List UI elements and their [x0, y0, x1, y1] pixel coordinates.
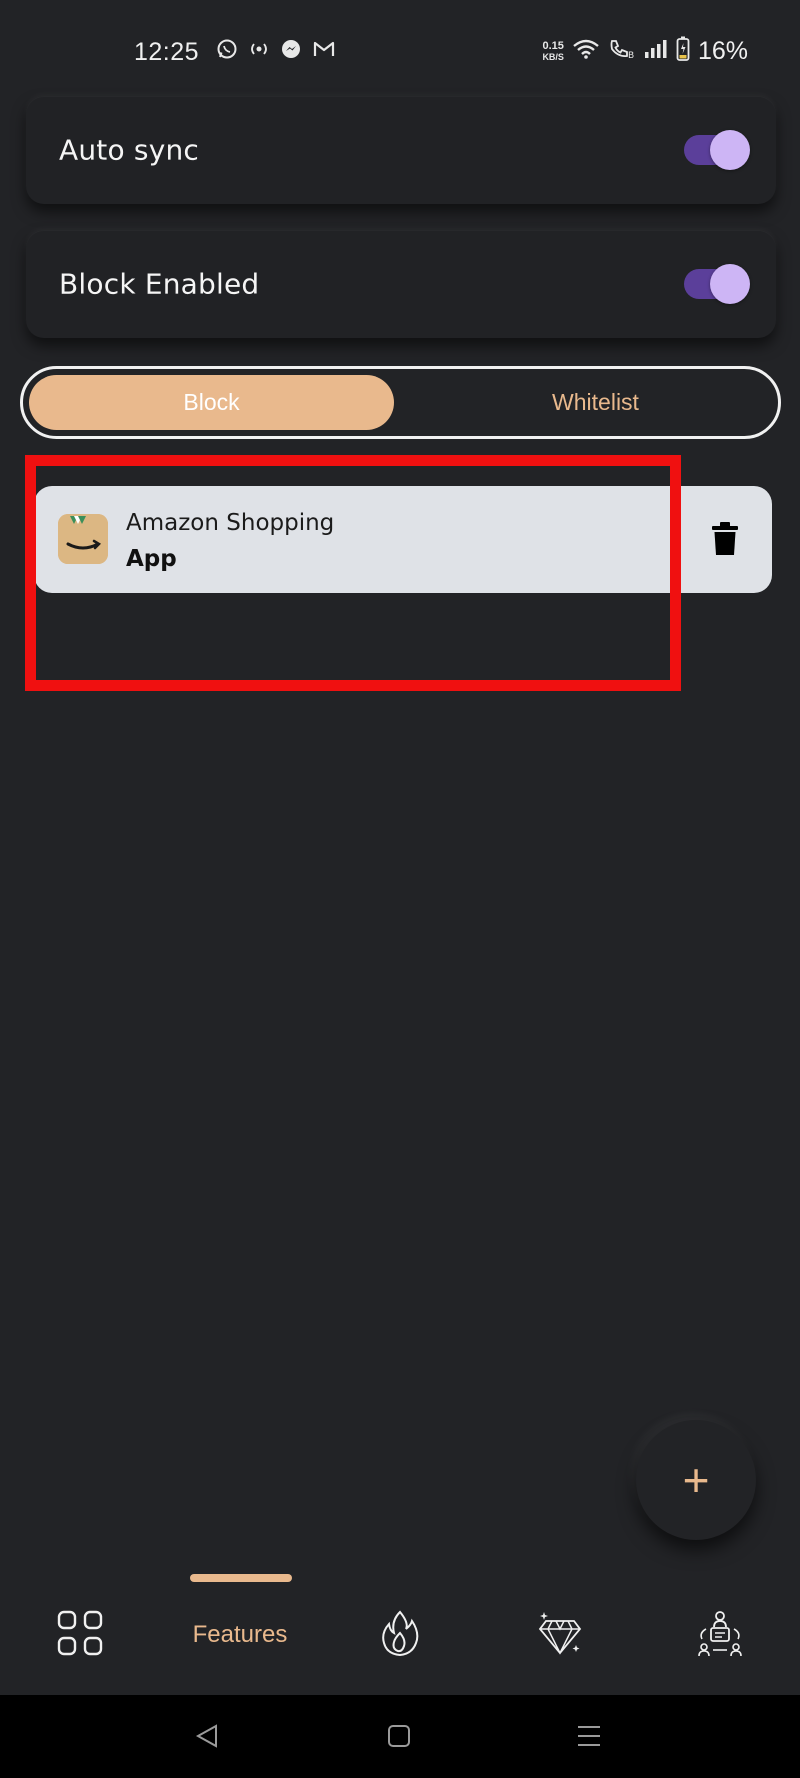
block-enabled-toggle[interactable] — [684, 264, 750, 304]
block-enabled-label: Block Enabled — [59, 267, 260, 301]
svg-text:B: B — [628, 51, 634, 60]
battery-percentage: 16% — [697, 37, 748, 65]
auto-sync-toggle[interactable] — [684, 130, 750, 170]
broadcast-icon — [248, 38, 270, 60]
fire-icon — [379, 1609, 421, 1662]
nav-community[interactable] — [690, 1590, 750, 1680]
auto-sync-setting: Auto sync — [26, 96, 776, 204]
auto-sync-label: Auto sync — [59, 133, 200, 167]
signal-icon — [644, 38, 668, 65]
nav-dashboard[interactable] — [50, 1590, 110, 1680]
delete-icon[interactable] — [712, 522, 738, 561]
network-speed: 0.15 KB/S — [542, 39, 564, 62]
toggle-knob — [710, 130, 750, 170]
nav-streak[interactable] — [370, 1590, 430, 1680]
menu-icon[interactable] — [576, 1723, 602, 1754]
wifi-icon — [572, 38, 600, 65]
messenger-icon — [280, 38, 302, 60]
highlight-box — [25, 455, 681, 691]
bottom-nav: Features — [0, 1590, 800, 1695]
block-whitelist-tabs: Block Whitelist — [20, 366, 781, 439]
tab-block[interactable]: Block — [29, 375, 394, 430]
status-right: 0.15 KB/S B 16% — [542, 36, 748, 67]
status-bar: 12:25 0.15 KB/S B 16% — [0, 0, 800, 100]
active-tab-indicator — [190, 1574, 292, 1582]
nav-features[interactable]: Features — [180, 1590, 300, 1680]
block-enabled-setting: Block Enabled — [26, 230, 776, 338]
system-nav-bar — [0, 1695, 800, 1778]
volte-call-icon: B — [608, 38, 636, 65]
notification-icons — [216, 38, 336, 60]
back-icon[interactable] — [194, 1723, 220, 1754]
whatsapp-icon — [216, 38, 238, 60]
diamond-icon — [538, 1609, 582, 1662]
home-icon[interactable] — [386, 1723, 412, 1754]
community-icon — [696, 1609, 744, 1662]
status-time: 12:25 — [134, 38, 200, 66]
toggle-knob — [710, 264, 750, 304]
add-button[interactable]: + — [636, 1420, 756, 1540]
battery-icon — [676, 36, 690, 67]
nav-premium[interactable] — [530, 1590, 590, 1680]
gmail-icon — [312, 38, 336, 60]
grid-icon — [57, 1610, 103, 1661]
tab-whitelist[interactable]: Whitelist — [418, 375, 773, 430]
